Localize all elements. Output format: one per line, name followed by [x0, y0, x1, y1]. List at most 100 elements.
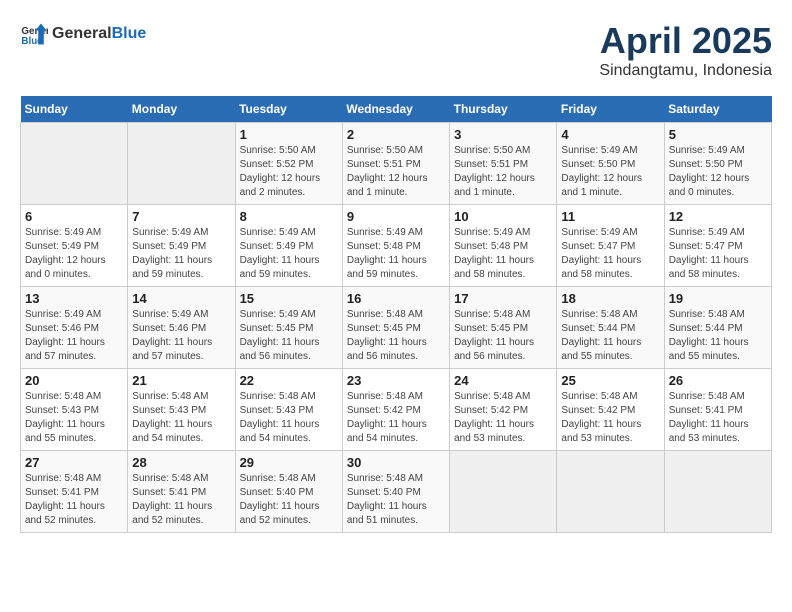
sunset-text: Sunset: 5:52 PM: [240, 158, 338, 172]
calendar-cell: 3 Sunrise: 5:50 AM Sunset: 5:51 PM Dayli…: [450, 123, 557, 205]
calendar-cell: 15 Sunrise: 5:49 AM Sunset: 5:45 PM Dayl…: [235, 287, 342, 369]
sunrise-text: Sunrise: 5:49 AM: [347, 226, 445, 240]
logo: General Blue GeneralBlue: [20, 20, 146, 48]
day-detail: Sunrise: 5:48 AM Sunset: 5:42 PM Dayligh…: [454, 390, 552, 446]
sunset-text: Sunset: 5:44 PM: [561, 322, 659, 336]
weekday-header-wednesday: Wednesday: [342, 96, 449, 123]
day-number: 19: [669, 291, 767, 306]
daylight-text: Daylight: 11 hours and 59 minutes.: [347, 254, 445, 282]
day-detail: Sunrise: 5:49 AM Sunset: 5:49 PM Dayligh…: [240, 226, 338, 282]
day-number: 4: [561, 127, 659, 142]
sunrise-text: Sunrise: 5:48 AM: [669, 390, 767, 404]
sunset-text: Sunset: 5:42 PM: [561, 404, 659, 418]
calendar-cell: [128, 123, 235, 205]
weekday-header-tuesday: Tuesday: [235, 96, 342, 123]
logo-icon: General Blue: [20, 20, 48, 48]
day-detail: Sunrise: 5:48 AM Sunset: 5:44 PM Dayligh…: [561, 308, 659, 364]
sunset-text: Sunset: 5:43 PM: [25, 404, 123, 418]
sunrise-text: Sunrise: 5:49 AM: [561, 144, 659, 158]
calendar-cell: 22 Sunrise: 5:48 AM Sunset: 5:43 PM Dayl…: [235, 369, 342, 451]
day-number: 8: [240, 209, 338, 224]
week-row-4: 20 Sunrise: 5:48 AM Sunset: 5:43 PM Dayl…: [21, 369, 772, 451]
sunrise-text: Sunrise: 5:49 AM: [669, 144, 767, 158]
week-row-1: 1 Sunrise: 5:50 AM Sunset: 5:52 PM Dayli…: [21, 123, 772, 205]
daylight-text: Daylight: 11 hours and 55 minutes.: [561, 336, 659, 364]
calendar-cell: 7 Sunrise: 5:49 AM Sunset: 5:49 PM Dayli…: [128, 205, 235, 287]
calendar-cell: 12 Sunrise: 5:49 AM Sunset: 5:47 PM Dayl…: [664, 205, 771, 287]
calendar-cell: 4 Sunrise: 5:49 AM Sunset: 5:50 PM Dayli…: [557, 123, 664, 205]
sunrise-text: Sunrise: 5:48 AM: [240, 390, 338, 404]
day-detail: Sunrise: 5:49 AM Sunset: 5:46 PM Dayligh…: [25, 308, 123, 364]
daylight-text: Daylight: 11 hours and 54 minutes.: [132, 418, 230, 446]
day-detail: Sunrise: 5:49 AM Sunset: 5:47 PM Dayligh…: [669, 226, 767, 282]
day-number: 18: [561, 291, 659, 306]
sunset-text: Sunset: 5:43 PM: [240, 404, 338, 418]
sunset-text: Sunset: 5:49 PM: [25, 240, 123, 254]
daylight-text: Daylight: 11 hours and 56 minutes.: [454, 336, 552, 364]
sunset-text: Sunset: 5:50 PM: [561, 158, 659, 172]
sunrise-text: Sunrise: 5:49 AM: [669, 226, 767, 240]
daylight-text: Daylight: 12 hours and 1 minute.: [561, 172, 659, 200]
day-detail: Sunrise: 5:48 AM Sunset: 5:41 PM Dayligh…: [25, 472, 123, 528]
day-detail: Sunrise: 5:48 AM Sunset: 5:42 PM Dayligh…: [561, 390, 659, 446]
daylight-text: Daylight: 12 hours and 1 minute.: [347, 172, 445, 200]
calendar-cell: 17 Sunrise: 5:48 AM Sunset: 5:45 PM Dayl…: [450, 287, 557, 369]
sunset-text: Sunset: 5:41 PM: [132, 486, 230, 500]
sunset-text: Sunset: 5:43 PM: [132, 404, 230, 418]
day-number: 11: [561, 209, 659, 224]
sunrise-text: Sunrise: 5:48 AM: [561, 308, 659, 322]
daylight-text: Daylight: 11 hours and 54 minutes.: [347, 418, 445, 446]
sunset-text: Sunset: 5:47 PM: [669, 240, 767, 254]
daylight-text: Daylight: 11 hours and 59 minutes.: [132, 254, 230, 282]
sunset-text: Sunset: 5:49 PM: [240, 240, 338, 254]
day-detail: Sunrise: 5:50 AM Sunset: 5:51 PM Dayligh…: [454, 144, 552, 200]
daylight-text: Daylight: 12 hours and 0 minutes.: [669, 172, 767, 200]
day-detail: Sunrise: 5:49 AM Sunset: 5:47 PM Dayligh…: [561, 226, 659, 282]
day-detail: Sunrise: 5:48 AM Sunset: 5:41 PM Dayligh…: [669, 390, 767, 446]
calendar-cell: 18 Sunrise: 5:48 AM Sunset: 5:44 PM Dayl…: [557, 287, 664, 369]
calendar-cell: 23 Sunrise: 5:48 AM Sunset: 5:42 PM Dayl…: [342, 369, 449, 451]
sunset-text: Sunset: 5:40 PM: [240, 486, 338, 500]
weekday-header-saturday: Saturday: [664, 96, 771, 123]
daylight-text: Daylight: 11 hours and 58 minutes.: [561, 254, 659, 282]
weekday-header-monday: Monday: [128, 96, 235, 123]
sunrise-text: Sunrise: 5:48 AM: [240, 472, 338, 486]
day-number: 29: [240, 455, 338, 470]
day-detail: Sunrise: 5:48 AM Sunset: 5:44 PM Dayligh…: [669, 308, 767, 364]
sunrise-text: Sunrise: 5:48 AM: [347, 472, 445, 486]
calendar-cell: 27 Sunrise: 5:48 AM Sunset: 5:41 PM Dayl…: [21, 451, 128, 533]
daylight-text: Daylight: 11 hours and 53 minutes.: [669, 418, 767, 446]
day-number: 14: [132, 291, 230, 306]
title-section: April 2025 Sindangtamu, Indonesia: [599, 20, 772, 80]
sunrise-text: Sunrise: 5:49 AM: [132, 226, 230, 240]
day-number: 10: [454, 209, 552, 224]
sunrise-text: Sunrise: 5:48 AM: [669, 308, 767, 322]
day-number: 7: [132, 209, 230, 224]
daylight-text: Daylight: 12 hours and 2 minutes.: [240, 172, 338, 200]
daylight-text: Daylight: 11 hours and 59 minutes.: [240, 254, 338, 282]
sunrise-text: Sunrise: 5:48 AM: [25, 390, 123, 404]
day-detail: Sunrise: 5:49 AM Sunset: 5:48 PM Dayligh…: [454, 226, 552, 282]
calendar-cell: 25 Sunrise: 5:48 AM Sunset: 5:42 PM Dayl…: [557, 369, 664, 451]
calendar-cell: [664, 451, 771, 533]
calendar-cell: 6 Sunrise: 5:49 AM Sunset: 5:49 PM Dayli…: [21, 205, 128, 287]
sunset-text: Sunset: 5:42 PM: [454, 404, 552, 418]
daylight-text: Daylight: 11 hours and 52 minutes.: [240, 500, 338, 528]
daylight-text: Daylight: 11 hours and 51 minutes.: [347, 500, 445, 528]
calendar-table: SundayMondayTuesdayWednesdayThursdayFrid…: [20, 96, 772, 533]
sunrise-text: Sunrise: 5:50 AM: [240, 144, 338, 158]
sunset-text: Sunset: 5:41 PM: [25, 486, 123, 500]
day-detail: Sunrise: 5:48 AM Sunset: 5:45 PM Dayligh…: [347, 308, 445, 364]
sunset-text: Sunset: 5:51 PM: [347, 158, 445, 172]
sunrise-text: Sunrise: 5:48 AM: [347, 308, 445, 322]
week-row-3: 13 Sunrise: 5:49 AM Sunset: 5:46 PM Dayl…: [21, 287, 772, 369]
daylight-text: Daylight: 11 hours and 56 minutes.: [347, 336, 445, 364]
calendar-cell: [557, 451, 664, 533]
day-detail: Sunrise: 5:48 AM Sunset: 5:40 PM Dayligh…: [347, 472, 445, 528]
sunrise-text: Sunrise: 5:50 AM: [454, 144, 552, 158]
daylight-text: Daylight: 12 hours and 0 minutes.: [25, 254, 123, 282]
sunset-text: Sunset: 5:50 PM: [669, 158, 767, 172]
day-detail: Sunrise: 5:49 AM Sunset: 5:50 PM Dayligh…: [669, 144, 767, 200]
daylight-text: Daylight: 11 hours and 53 minutes.: [454, 418, 552, 446]
calendar-cell: 9 Sunrise: 5:49 AM Sunset: 5:48 PM Dayli…: [342, 205, 449, 287]
